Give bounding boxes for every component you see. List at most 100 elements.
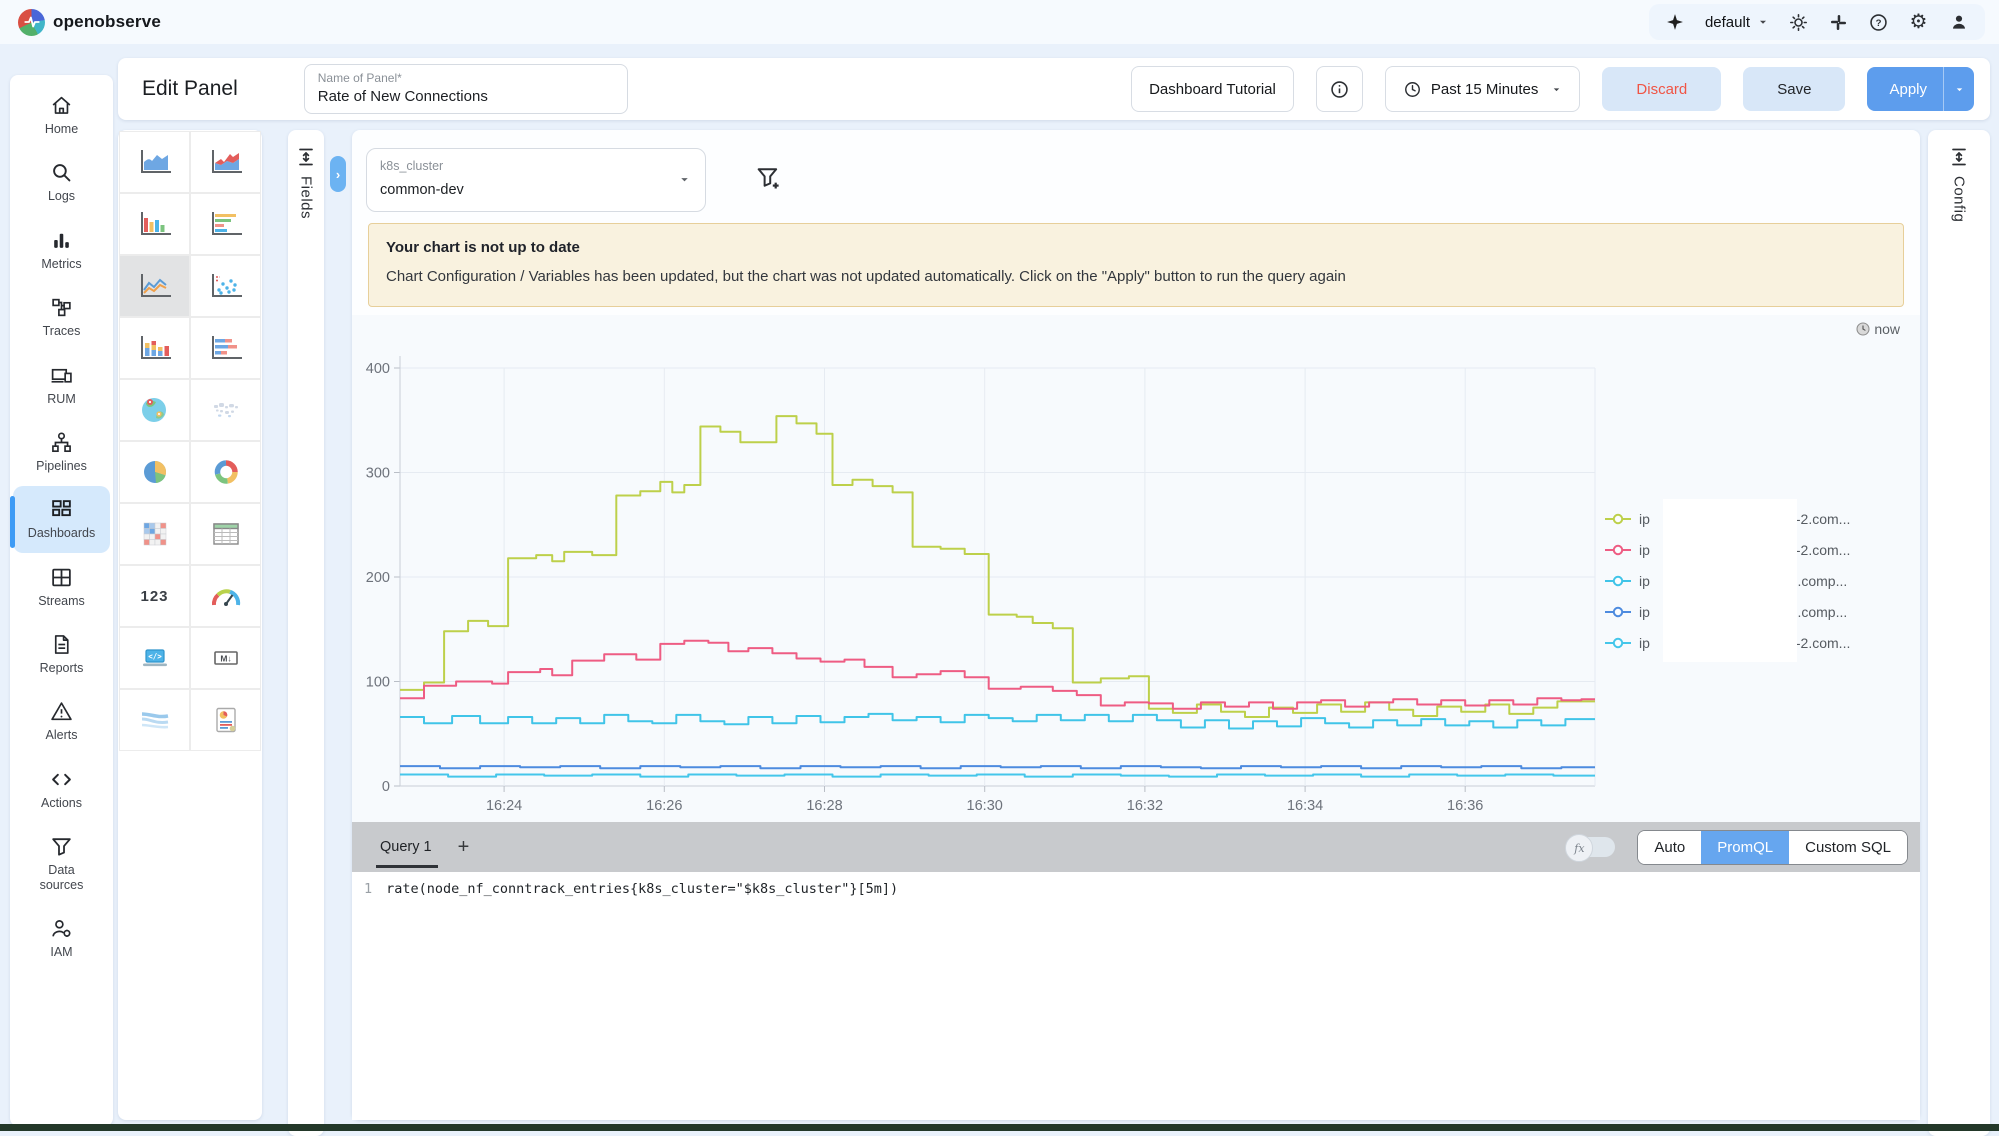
help-icon[interactable]: ? <box>1868 12 1889 33</box>
chart-type-scatter[interactable] <box>190 255 261 317</box>
svg-text:16:26: 16:26 <box>646 798 682 814</box>
sidebar-item-reports[interactable]: Reports <box>13 621 110 687</box>
brand-text: openobserve <box>53 12 161 32</box>
svg-text:16:24: 16:24 <box>486 798 522 814</box>
query-mode-switcher: Auto PromQL Custom SQL <box>1637 830 1908 865</box>
settings-gear-icon[interactable]: ⚙ <box>1908 12 1929 33</box>
warning-triangle-icon <box>50 700 73 723</box>
chart-type-area[interactable] <box>119 131 190 193</box>
sidebar-item-logs[interactable]: Logs <box>13 149 110 215</box>
chart-type-horizontal-stacked-bar[interactable] <box>190 317 261 379</box>
user-gear-icon <box>50 917 73 940</box>
chart-type-markdown[interactable]: M↓ <box>190 627 261 689</box>
query-editor[interactable]: 1 rate(node_nf_conntrack_entries{k8s_clu… <box>352 872 1920 1120</box>
legend-label-prefix: ip <box>1639 511 1653 527</box>
code-brackets-icon <box>50 768 73 791</box>
grid-window-icon <box>50 566 73 589</box>
svg-text:M↓: M↓ <box>220 653 231 663</box>
table-icon <box>208 519 244 549</box>
svg-text:</>: </> <box>148 652 162 661</box>
sidebar-item-label: Pipelines <box>36 459 87 473</box>
chart-type-area-stacked[interactable] <box>190 131 261 193</box>
mode-custom-sql-button[interactable]: Custom SQL <box>1789 831 1907 864</box>
sidebar-item-alerts[interactable]: Alerts <box>13 688 110 754</box>
chart-canvas: now 010020030040016:2416:2616:2816:3016:… <box>352 315 1920 822</box>
chart-type-line[interactable] <box>119 255 190 317</box>
info-icon <box>1329 79 1350 100</box>
sidebar-item-rum[interactable]: RUM <box>13 352 110 418</box>
chevron-down-icon <box>1551 84 1562 95</box>
dashboard-tutorial-button[interactable]: Dashboard Tutorial <box>1131 66 1294 112</box>
sidebar-item-metrics[interactable]: Metrics <box>13 217 110 283</box>
chart-type-horizontal-bar[interactable] <box>190 193 261 255</box>
tab-query-1[interactable]: Query 1 <box>380 822 432 872</box>
fx-vrl-toggle[interactable]: fx <box>1567 837 1615 857</box>
chart-type-bar[interactable] <box>119 193 190 255</box>
variable-dropdown[interactable]: k8s_cluster common-dev <box>366 148 706 212</box>
svg-text:200: 200 <box>366 570 390 586</box>
funnel-icon <box>50 835 73 858</box>
add-query-button[interactable]: + <box>458 836 470 859</box>
chart-type-heatmap[interactable] <box>119 503 190 565</box>
fx-toggle-knob: fx <box>1565 834 1593 862</box>
slack-icon[interactable] <box>1828 12 1849 33</box>
chart-type-geo-map[interactable] <box>119 379 190 441</box>
sidebar-item-label: IAM <box>50 945 72 959</box>
sidebar-item-actions[interactable]: Actions <box>13 756 110 822</box>
organization-value: default <box>1705 14 1750 31</box>
sidebar-item-pipelines[interactable]: Pipelines <box>13 419 110 485</box>
home-icon <box>50 94 73 117</box>
geo-map-icon <box>137 395 173 425</box>
svg-text:16:32: 16:32 <box>1127 798 1163 814</box>
sidebar-item-streams[interactable]: Streams <box>13 554 110 620</box>
svg-text:16:34: 16:34 <box>1287 798 1323 814</box>
chart-type-sankey[interactable] <box>119 689 190 751</box>
panel-name-field[interactable]: Name of Panel* Rate of New Connections <box>304 64 628 114</box>
svg-text:100: 100 <box>366 675 390 691</box>
variable-value: common-dev <box>380 182 464 198</box>
sidebar-item-dashboards[interactable]: Dashboards <box>13 486 110 552</box>
sidebar-item-label: Actions <box>41 796 82 810</box>
svg-text:16:36: 16:36 <box>1447 798 1483 814</box>
discard-button[interactable]: Discard <box>1602 67 1721 111</box>
mode-promql-button[interactable]: PromQL <box>1701 831 1789 864</box>
horizontal-stacked-bar-chart-icon <box>208 333 244 363</box>
organization-select[interactable]: default <box>1705 14 1769 31</box>
line-chart-icon <box>137 271 173 301</box>
chart-type-maps[interactable] <box>190 379 261 441</box>
chart-type-stacked-bar[interactable] <box>119 317 190 379</box>
user-profile-icon[interactable] <box>1948 12 1969 33</box>
sidebar-item-label: Alerts <box>46 728 78 742</box>
chart-type-table[interactable] <box>190 503 261 565</box>
time-range-picker[interactable]: Past 15 Minutes <box>1385 66 1581 112</box>
chart-type-custom-chart[interactable] <box>190 689 261 751</box>
line-number: 1 <box>364 881 372 897</box>
sidebar-item-iam[interactable]: IAM <box>13 905 110 971</box>
legend-label-prefix: ip <box>1639 573 1653 589</box>
fields-panel-tab[interactable]: Fields <box>288 130 324 1136</box>
chart-outdated-warning: Your chart is not up to date Chart Confi… <box>368 223 1904 307</box>
sidebar-item-traces[interactable]: Traces <box>13 284 110 350</box>
apply-split-caret[interactable] <box>1943 67 1974 111</box>
chart-type-donut[interactable] <box>190 441 261 503</box>
chart-type-html-editor[interactable]: </> <box>119 627 190 689</box>
chart-type-metric-text[interactable]: 123 <box>119 565 190 627</box>
mode-auto-button[interactable]: Auto <box>1638 831 1701 864</box>
save-button[interactable]: Save <box>1743 67 1845 111</box>
chart-type-gauge[interactable] <box>190 565 261 627</box>
bar-chart-icon <box>50 229 73 252</box>
info-button[interactable] <box>1316 66 1363 112</box>
sidebar-item-data-sources[interactable]: Data sources <box>13 823 110 904</box>
fields-expand-toggle[interactable]: › <box>330 156 346 192</box>
chart-type-pie[interactable] <box>119 441 190 503</box>
apply-button[interactable]: Apply <box>1867 67 1974 111</box>
add-filter-button[interactable] <box>752 162 784 194</box>
svg-text:300: 300 <box>366 466 390 482</box>
config-panel-tab[interactable]: Config <box>1928 130 1990 1136</box>
sidebar-item-home[interactable]: Home <box>13 82 110 148</box>
legend-marker-icon <box>1605 544 1631 556</box>
theme-light-icon[interactable] <box>1788 12 1809 33</box>
sparkle-ai-icon[interactable] <box>1665 12 1686 33</box>
bar-chart-icon <box>137 209 173 239</box>
edit-panel-header: Edit Panel Name of Panel* Rate of New Co… <box>118 58 1990 120</box>
